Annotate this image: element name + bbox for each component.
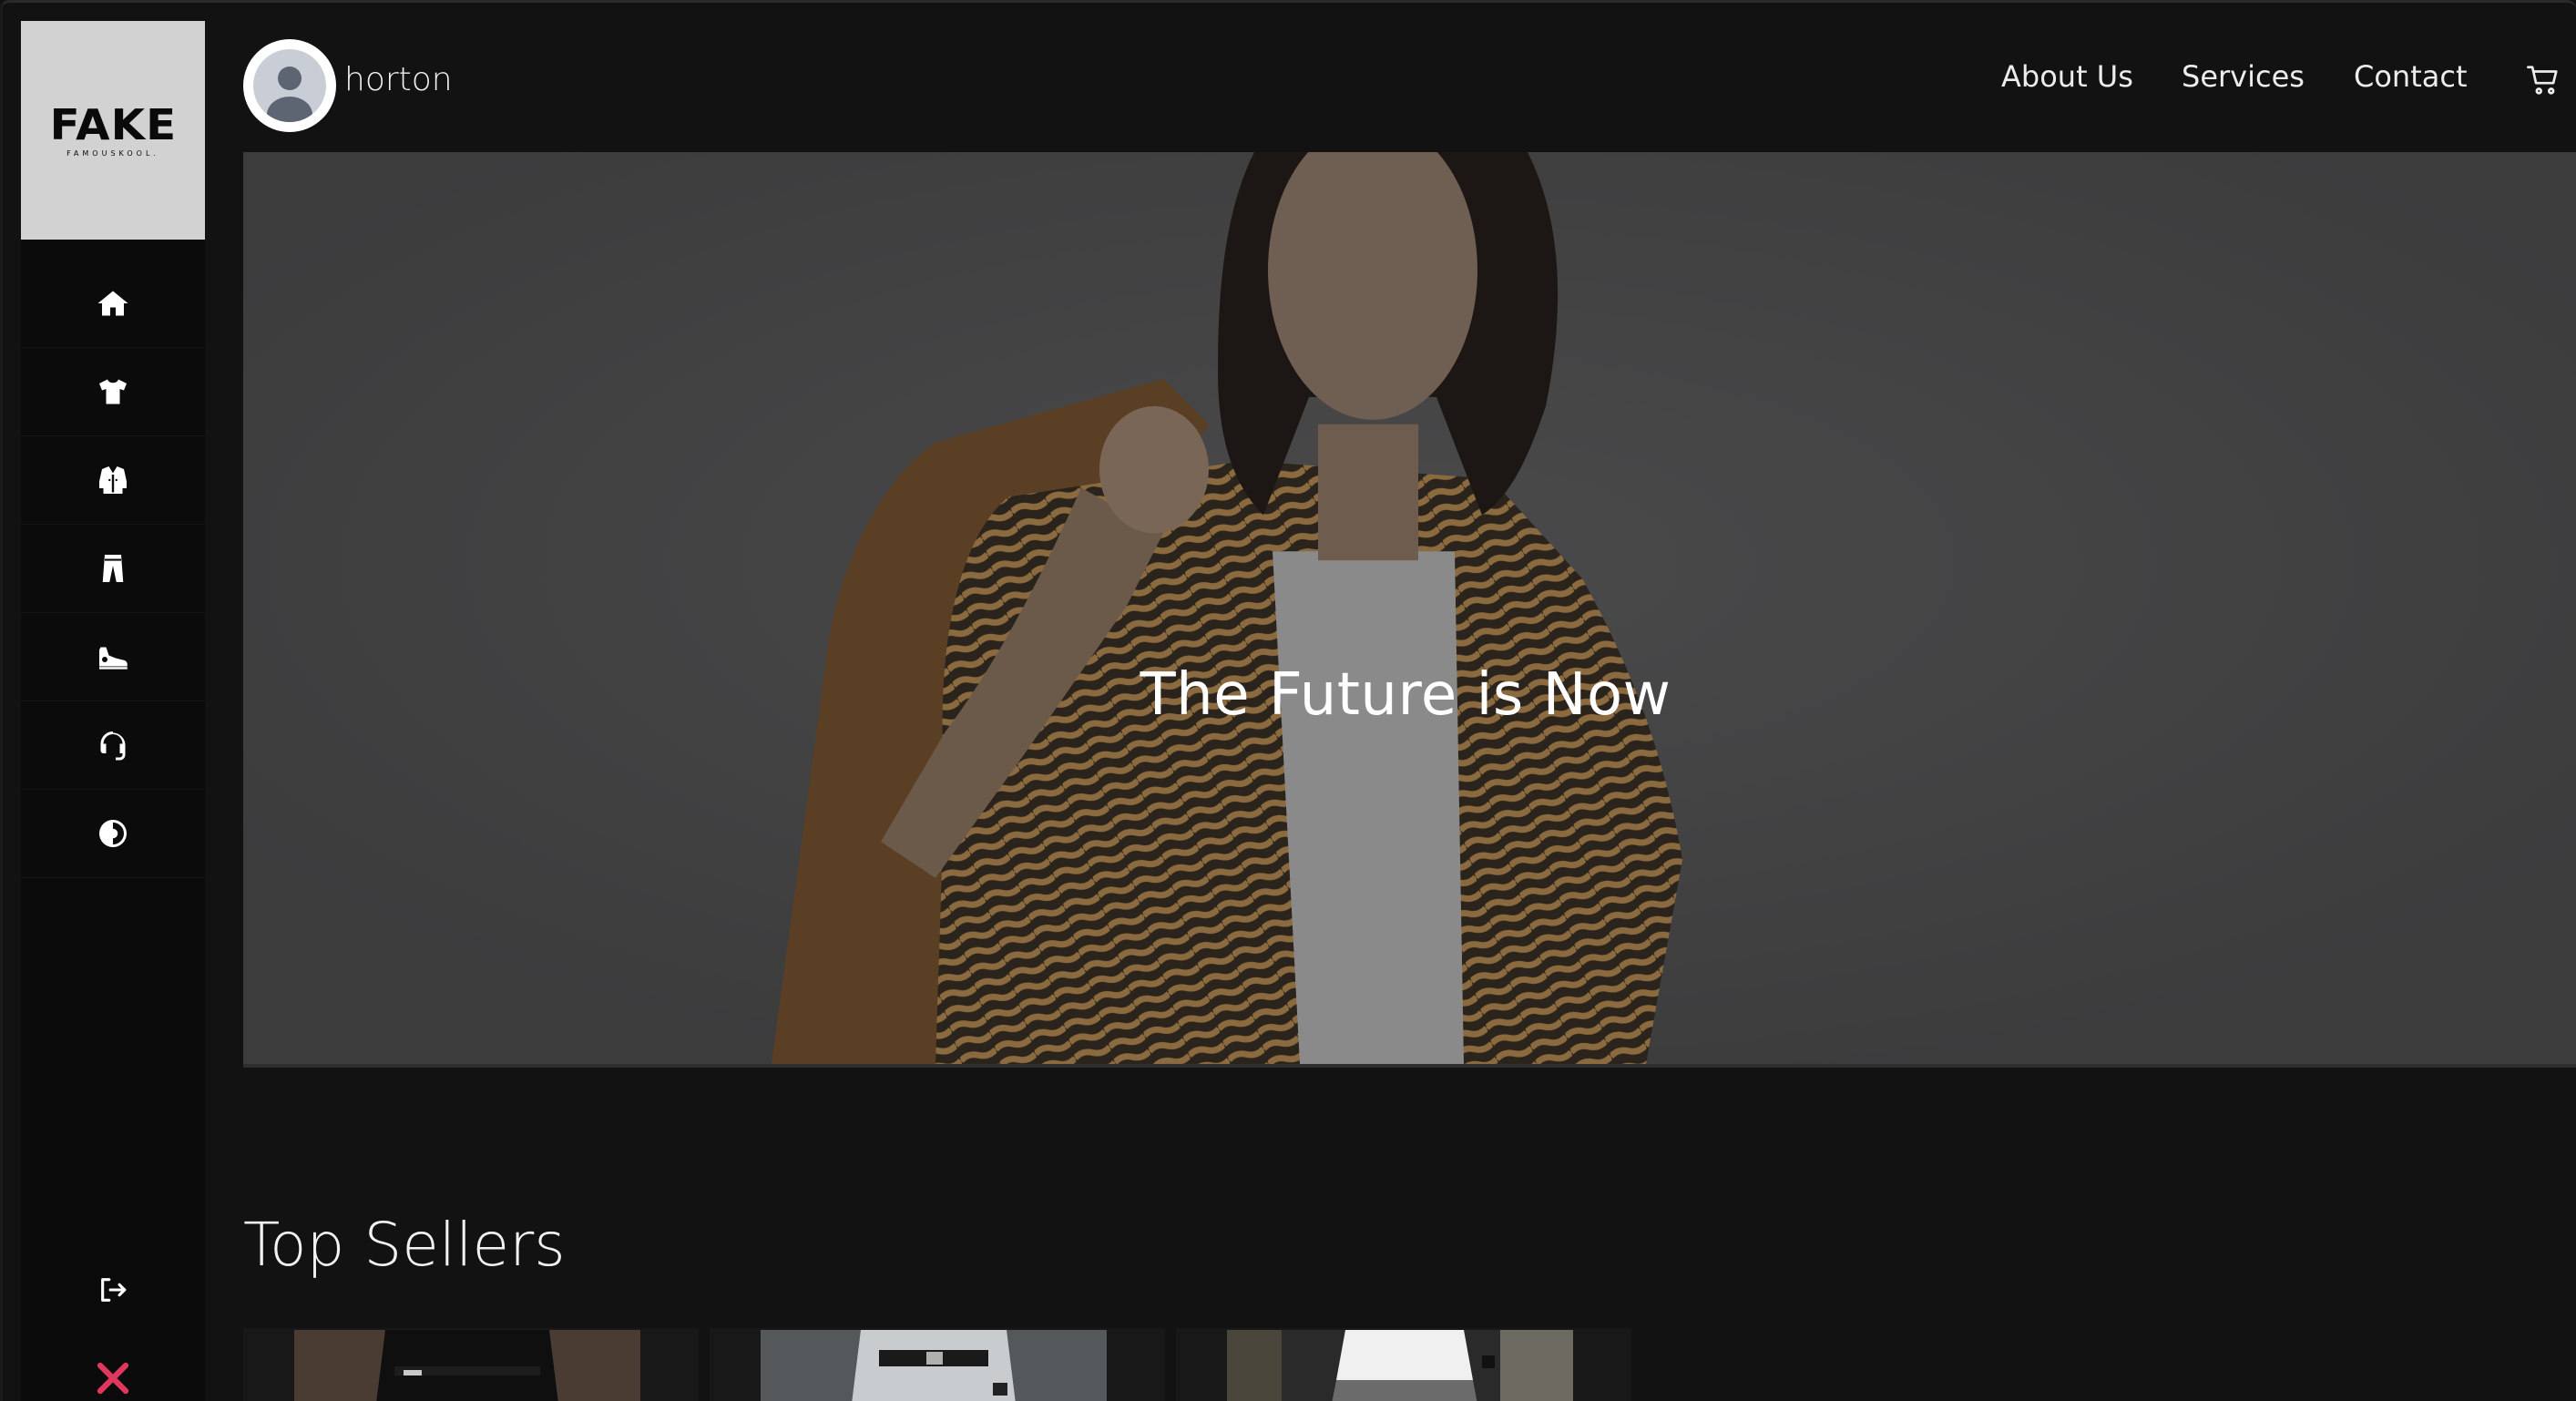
product-card[interactable] [1176, 1328, 1631, 1401]
app-window: FAKE FAMOUSKOOL. horton About Us Service… [0, 0, 2576, 1401]
sidebar-item-tshirts[interactable] [21, 348, 205, 436]
cart-icon[interactable] [2526, 63, 2561, 97]
username[interactable]: horton [344, 61, 453, 98]
logo-text: FAKE [49, 99, 177, 149]
sidebar-item-pants[interactable] [21, 525, 205, 613]
sidebar-item-theme[interactable] [21, 790, 205, 878]
product-grid [243, 1328, 1646, 1401]
product-card[interactable] [710, 1328, 1165, 1401]
sidebar-item-support[interactable] [21, 701, 205, 790]
avatar[interactable] [243, 39, 336, 132]
nav-link-about[interactable]: About Us [2001, 59, 2133, 94]
nav-link-contact[interactable]: Contact [2354, 59, 2468, 94]
sidebar-item-shoes[interactable] [21, 613, 205, 701]
headset-icon [100, 731, 126, 761]
jacket-icon [99, 466, 127, 494]
product-image [294, 1330, 640, 1401]
product-image [761, 1330, 1107, 1401]
sidebar-nav [21, 260, 205, 878]
product-card[interactable] [243, 1328, 699, 1401]
section-title-top-sellers: Top Sellers [243, 1210, 566, 1280]
hero-image [243, 152, 2576, 1064]
theme-toggle-icon [99, 820, 127, 847]
logo-tagline: FAMOUSKOOL. [66, 148, 159, 158]
nav-link-services[interactable]: Services [2182, 59, 2305, 94]
logout-icon [101, 1278, 127, 1302]
sidebar: FAKE FAMOUSKOOL. [21, 21, 205, 1401]
sidebar-item-home[interactable] [21, 260, 205, 348]
logout-button[interactable] [21, 1247, 205, 1333]
user-icon [253, 49, 326, 122]
brand-logo[interactable]: FAKE FAMOUSKOOL. [21, 21, 205, 240]
close-button[interactable] [21, 1351, 205, 1401]
pants-icon [102, 555, 124, 582]
close-icon [97, 1362, 129, 1395]
home-icon [97, 291, 128, 316]
sneaker-icon [99, 647, 128, 670]
sidebar-item-jackets[interactable] [21, 436, 205, 525]
tshirt-icon [99, 379, 127, 404]
hero-title: The Future is Now [1140, 660, 1671, 729]
product-image [1227, 1330, 1573, 1401]
hero-banner: The Future is Now [243, 152, 2576, 1068]
